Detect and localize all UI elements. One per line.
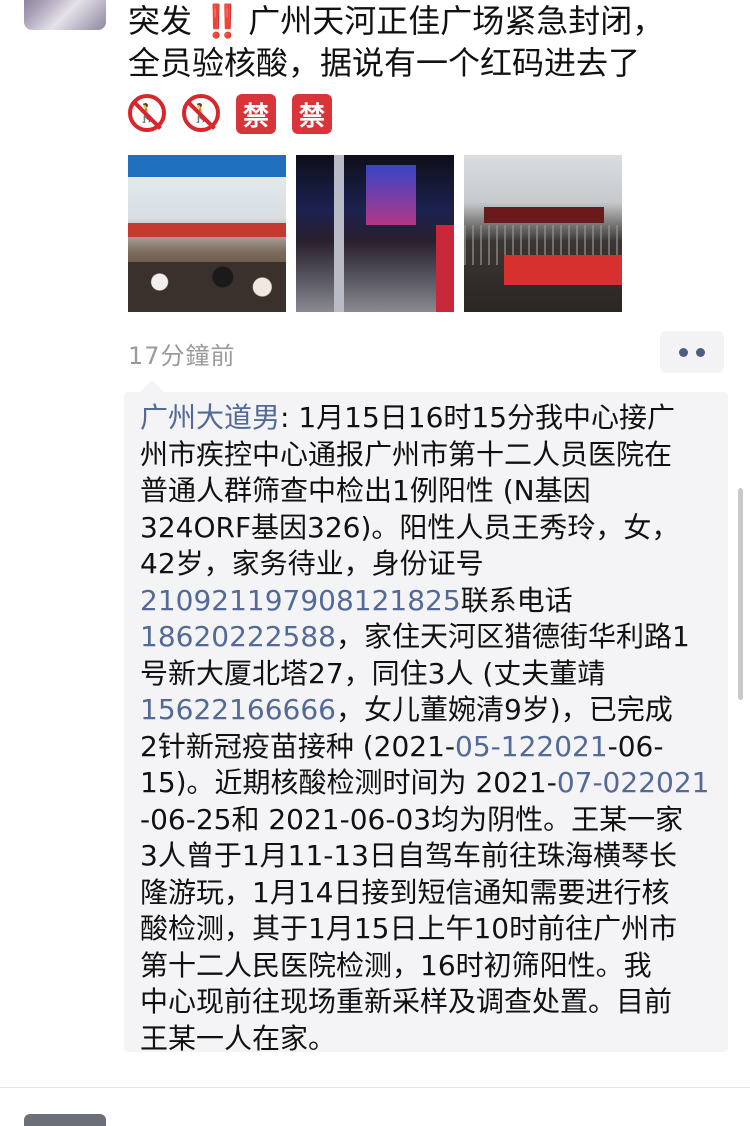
comment-number-link[interactable]: 210921197908121825 bbox=[140, 584, 461, 617]
comment-text-segment: 号新大厦北塔27，同住3人 (丈夫董靖 bbox=[140, 656, 606, 690]
post-text-line1-end: 广州天河正佳广场紧急封闭， bbox=[248, 2, 665, 40]
mall-entrance-crowd-photo[interactable] bbox=[128, 155, 286, 312]
scrollbar[interactable] bbox=[738, 488, 743, 700]
comment-line: -06-25和 2021-06-03均为阴性。王某一家 bbox=[140, 802, 724, 839]
comment-text-segment: ，女儿董婉清9岁)，已完成 bbox=[335, 693, 673, 726]
comment-text-segment: 王某一人在家。 bbox=[140, 1021, 337, 1055]
comment-number-link[interactable]: 15622166666 bbox=[140, 693, 336, 726]
double-exclamation-icon: ‼️ bbox=[202, 2, 242, 40]
poster-avatar[interactable] bbox=[24, 0, 106, 30]
comment-username[interactable]: 广州大道男 bbox=[140, 401, 280, 434]
comment-text[interactable]: 广州大道男: 1月15日16时15分我中心接广 州市疾控中心通报广州市第十二人员医… bbox=[140, 400, 724, 1057]
comment-line: 3人曾于1月11-13日自驾车前往珠海横琴长 bbox=[140, 838, 724, 875]
comment-text-segment: 普通人群筛查中检出1例阳性 (N基因 bbox=[140, 474, 591, 507]
comment-text-segment: 324ORF基因326)。阳性人员王秀玲，女， bbox=[140, 510, 680, 544]
comment-text-segment: 州市疾控中心通报广州市第十二人员医院在 bbox=[140, 437, 673, 471]
comment-line: 州市疾控中心通报广州市第十二人员医院在 bbox=[140, 437, 724, 474]
next-post-avatar[interactable] bbox=[24, 1114, 106, 1126]
photo-grid bbox=[128, 155, 622, 312]
comment-number-link[interactable]: 07-022021 bbox=[557, 766, 710, 799]
comment-text-segment: ，家住天河区猎德街华利路1 bbox=[335, 620, 690, 653]
comment-line: 42岁，家务待业，身份证号 bbox=[140, 546, 724, 583]
comment-line: 王某一人在家。 bbox=[140, 1021, 724, 1058]
no-pedestrians-icon: 🚶 bbox=[182, 94, 220, 132]
comment-line: 酸检测，其于1月15日上午10时前往广州市 bbox=[140, 911, 724, 948]
comment-line: 普通人群筛查中检出1例阳性 (N基因 bbox=[140, 473, 724, 510]
post-text-line2: 全员验核酸，据说有一个红码进去了 bbox=[128, 44, 641, 82]
comment-text-segment: -06-25和 2021-06-03均为阴性。王某一家 bbox=[140, 802, 684, 836]
prohibited-sign-icon: 禁 bbox=[292, 94, 332, 134]
night-street-barrier-photo[interactable] bbox=[296, 155, 454, 312]
comment-line: 2针新冠疫苗接种 (2021-05-122021-06- bbox=[140, 729, 724, 766]
comment-text-segment: 第十二人民医院检测，16时初筛阳性。我 bbox=[140, 948, 652, 982]
more-dot-icon bbox=[679, 347, 688, 357]
comment-line: 15622166666，女儿董婉清9岁)，已完成 bbox=[140, 692, 724, 729]
comment-text-segment: 隆游玩，1月14日接到短信通知需要进行核 bbox=[140, 875, 670, 909]
comment-text-segment: 中心现前往现场重新采样及调查处置。目前 bbox=[140, 985, 673, 1018]
more-options-button[interactable] bbox=[660, 331, 724, 373]
comment-box-arrow bbox=[140, 380, 164, 392]
comment-text-segment: 15)。近期核酸检测时间为 2021- bbox=[140, 766, 557, 799]
comment-text-segment: -06- bbox=[607, 729, 664, 763]
comment-line: 210921197908121825联系电话 bbox=[140, 583, 724, 620]
comment-text-segment: 联系电话 bbox=[460, 583, 573, 617]
prohibited-sign-icon: 禁 bbox=[236, 94, 276, 134]
comment-line: 隆游玩，1月14日接到短信通知需要进行核 bbox=[140, 875, 724, 912]
comment-line: 15)。近期核酸检测时间为 2021-07-022021 bbox=[140, 765, 724, 802]
comment-text-segment: 2针新冠疫苗接种 (2021- bbox=[140, 729, 456, 763]
comment-text-segment: 酸检测，其于1月15日上午10时前往广州市 bbox=[140, 912, 678, 945]
comment-line: 号新大厦北塔27，同住3人 (丈夫董靖 bbox=[140, 656, 724, 693]
post-text: 突发 ‼️ 广州天河正佳广场紧急封闭， 全员验核酸，据说有一个红码进去了 bbox=[128, 0, 728, 84]
comment-text-segment: 3人曾于1月11-13日自驾车前往珠海横琴长 bbox=[140, 839, 677, 872]
comment-number-link[interactable]: 18620222588 bbox=[140, 620, 336, 653]
comment-line: 中心现前往现场重新采样及调查处置。目前 bbox=[140, 984, 724, 1021]
post-text-line1-start: 突发 bbox=[128, 2, 193, 40]
comment-line: 324ORF基因326)。阳性人员王秀玲，女， bbox=[140, 510, 724, 547]
comment-text-segment: 42岁，家务待业，身份证号 bbox=[140, 547, 484, 580]
comment-line: 广州大道男: 1月15日16时15分我中心接广 bbox=[140, 400, 724, 437]
no-pedestrians-icon: 🚶 bbox=[128, 94, 166, 132]
comment-text-segment: 1月15日16时15分我中心接广 bbox=[298, 401, 676, 434]
comment-separator: : bbox=[280, 401, 299, 434]
emoji-row: 🚶 🚶 禁 禁 bbox=[128, 94, 332, 134]
feed-divider bbox=[0, 1087, 750, 1088]
comment-line: 18620222588，家住天河区猎德街华利路1 bbox=[140, 619, 724, 656]
more-dot-icon bbox=[696, 347, 705, 357]
comment-line: 第十二人民医院检测，16时初筛阳性。我 bbox=[140, 948, 724, 985]
comment-number-link[interactable]: 05-122021 bbox=[455, 730, 608, 763]
closed-storefront-barrier-photo[interactable] bbox=[464, 155, 622, 312]
post-timestamp: 17分鐘前 bbox=[128, 342, 236, 370]
